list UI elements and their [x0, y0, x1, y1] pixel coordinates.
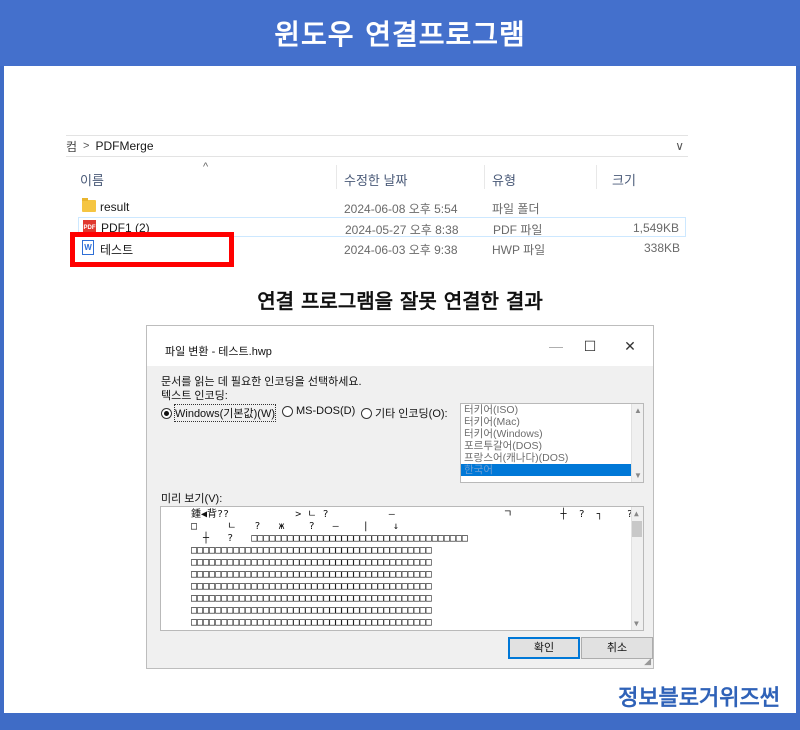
radio-other[interactable]: 기타 인코딩(O):: [361, 405, 448, 421]
radio-msdos[interactable]: MS-DOS(D): [282, 405, 355, 417]
radio-windows[interactable]: Windows(기본값)(W): [161, 404, 277, 422]
list-item[interactable]: 터키어(Windows): [461, 428, 643, 440]
preview-line: □□□□□□□□□□□□□□□□□□□□□□□□□□□□□□□□□□□□□□□□: [191, 593, 432, 604]
preview-line: 鍾◀背?? > ㄴ ? – ㄱ ┼ ? ┐ ?□: [191, 509, 639, 520]
file-name: result: [100, 200, 130, 214]
scroll-thumb[interactable]: [632, 521, 642, 537]
file-size: 1,549KB: [632, 221, 679, 235]
file-row-result[interactable]: result 2024-06-08 오후 5:54 파일 폴더: [78, 197, 686, 217]
file-size: 338KB: [643, 241, 680, 255]
list-item[interactable]: 프랑스어(캐나다)(DOS): [461, 452, 643, 464]
breadcrumb-separator-icon: >: [83, 140, 90, 152]
scroll-up-icon[interactable]: ▲: [634, 509, 639, 518]
column-divider[interactable]: [336, 165, 337, 189]
file-type: HWP 파일: [492, 243, 546, 257]
scroll-down-icon[interactable]: ▼: [634, 471, 642, 480]
sort-up-icon: ^: [203, 161, 209, 173]
radio-dot[interactable]: [361, 407, 372, 419]
encoding-label: 텍스트 인코딩:: [161, 390, 228, 402]
encoding-listbox[interactable]: 터키어(ISO) 터키어(Mac) 터키어(Windows) 포르투갈어(DOS…: [460, 403, 644, 483]
preview-line: □□□□□□□□□□□□□□□□□□□□□□□□□□□□□□□□□□□□□□□□: [191, 581, 432, 592]
breadcrumb-folder[interactable]: PDFMerge: [95, 139, 153, 153]
file-convert-dialog: 파일 변환 - 테스트.hwp — ☐ ✕ 문서를 읽는 데 필요한 인코딩을 …: [146, 325, 654, 669]
resize-grip-icon[interactable]: ◢: [641, 656, 651, 666]
close-icon[interactable]: ✕: [615, 338, 645, 358]
radio-dot[interactable]: [282, 405, 293, 417]
preview-line: ┼ ? □□□□□□□□□□□□□□□□□□□□□□□□□□□□□□□□□□□□: [191, 533, 468, 544]
column-divider[interactable]: [484, 165, 485, 189]
footer-bar: [0, 713, 800, 730]
preview-line: □□□□□□□□□□□□□□□□□□□□□□□□□□□□□□□□□□□□□□□□: [191, 557, 432, 568]
address-bar[interactable]: 컴 > PDFMerge ∨: [66, 135, 688, 157]
column-header-size[interactable]: 크기: [612, 170, 636, 189]
brand-logo-text: 정보블로거위즈썬: [618, 686, 780, 711]
preview-line: □□□□□□□□□□□□□□□□□□□□□□□□□□□□□□□□□□□□□□□□: [191, 605, 432, 616]
ok-button[interactable]: 확인: [508, 637, 580, 659]
file-type: 파일 폴더: [492, 202, 540, 216]
preview-line: □□□□□□□□□□□□□□□□□□□□□□□□□□□□□□□□□□□□□□□□: [191, 617, 432, 628]
file-date: 2024-05-27 오후 8:38: [345, 223, 459, 237]
radio-label: Windows(기본값)(W): [173, 404, 277, 422]
column-header-type[interactable]: 유형: [492, 170, 516, 189]
preview-line: □□□□□□□□□□□□□□□□□□□□□□□□□□□□□□□□□□□□□□□□: [191, 569, 432, 580]
radio-dot-selected[interactable]: [161, 407, 172, 419]
radio-label: 기타 인코딩(O):: [375, 408, 448, 420]
preview-scrollbar[interactable]: ▲ ▼: [631, 507, 643, 630]
file-date: 2024-06-03 오후 9:38: [344, 243, 458, 257]
scroll-down-icon[interactable]: ▼: [634, 619, 639, 628]
file-date: 2024-06-08 오후 5:54: [344, 202, 458, 216]
preview-label: 미리 보기(V):: [161, 493, 223, 505]
preview-line: □ ㄴ ? ж ? – | ↓: [191, 521, 399, 532]
list-item-selected[interactable]: 한국어: [461, 464, 643, 476]
list-item[interactable]: 포르투갈어(DOS): [461, 440, 643, 452]
chevron-down-icon[interactable]: ∨: [675, 139, 684, 153]
preview-textbox[interactable]: 鍾◀背?? > ㄴ ? – ㄱ ┼ ? ┐ ?□ □ ㄴ ? ж ? – | ↓…: [160, 506, 644, 631]
column-divider[interactable]: [596, 165, 597, 189]
file-type: PDF 파일: [493, 223, 543, 237]
banner-title: 윈도우 연결프로그램: [0, 0, 800, 66]
address-prefix: 컴: [66, 139, 78, 154]
maximize-icon[interactable]: ☐: [575, 338, 605, 358]
listbox-scrollbar[interactable]: ▲ ▼: [631, 404, 643, 482]
column-headers: 이름 ^ 수정한 날짜 유형 크기: [66, 161, 688, 191]
section-caption: 연결 프로그램을 잘못 연결한 결과: [257, 289, 543, 313]
dialog-titlebar[interactable]: 파일 변환 - 테스트.hwp — ☐ ✕: [147, 326, 653, 366]
dialog-title: 파일 변환 - 테스트.hwp: [165, 346, 272, 358]
scroll-up-icon[interactable]: ▲: [634, 406, 642, 415]
list-item[interactable]: 터키어(ISO): [461, 404, 643, 416]
preview-line: □□□□□□□□□□□□□□□□□□□□□□□□□□□□□□□□□□□□□□□□: [191, 545, 432, 556]
folder-icon: [82, 198, 96, 212]
radio-label: MS-DOS(D): [296, 405, 356, 417]
column-header-name[interactable]: 이름: [80, 170, 104, 189]
highlight-box: [70, 232, 234, 267]
column-header-date[interactable]: 수정한 날짜: [344, 170, 407, 189]
list-item[interactable]: 터키어(Mac): [461, 416, 643, 428]
minimize-icon[interactable]: —: [541, 338, 571, 358]
